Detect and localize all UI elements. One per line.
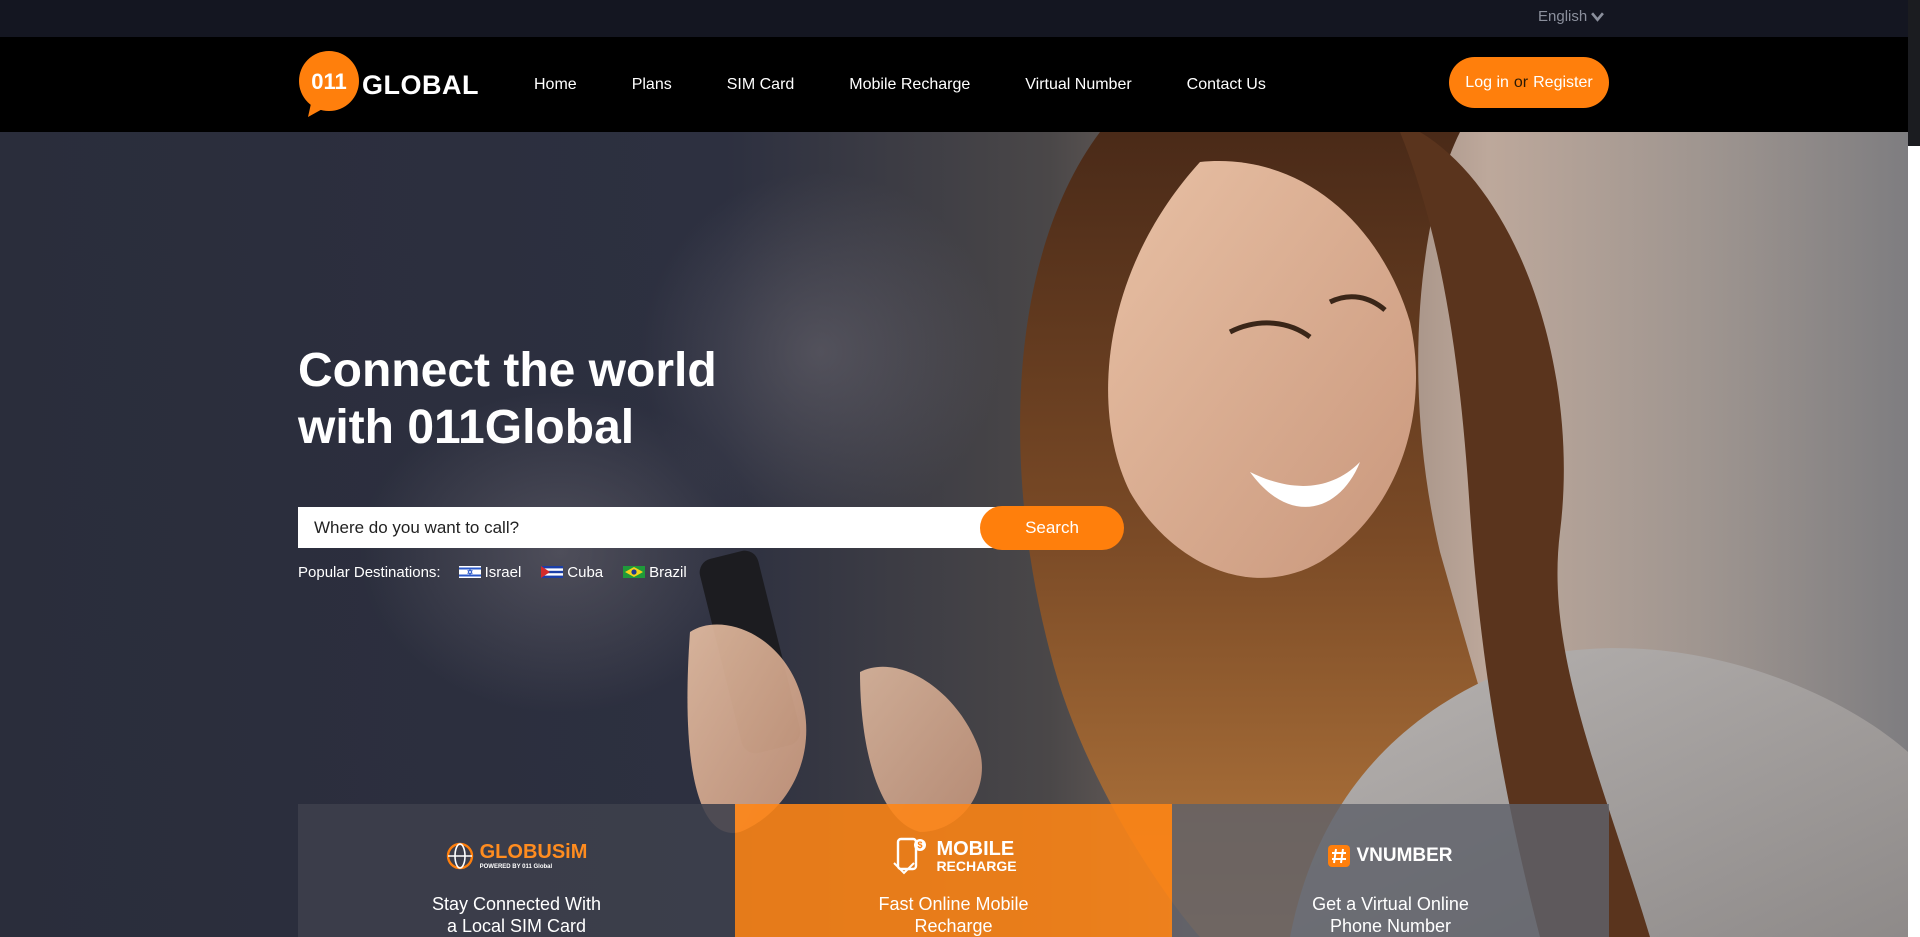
card-mobile-recharge[interactable]: $ MOBILE RECHARGE Fast Online Mobile Rec… <box>735 804 1172 937</box>
hero-section: Connect the world with 011Global Search … <box>0 132 1908 937</box>
mobile-recharge-logo: $ MOBILE RECHARGE <box>890 836 1017 875</box>
hash-icon <box>1328 844 1351 867</box>
service-cards: GLOBUSiM POWERED BY 011 Global Stay Conn… <box>298 804 1609 937</box>
logo-mark-text: 011 <box>311 69 347 94</box>
vnumber-logo-text: VNUMBER <box>1356 844 1453 866</box>
popular-destinations: Popular Destinations: Israel Cuba Brazil <box>298 562 707 582</box>
chevron-down-icon <box>1591 12 1605 22</box>
destination-israel-label: Israel <box>484 563 522 581</box>
popular-destinations-label: Popular Destinations: <box>298 563 441 581</box>
nav-links: Home Plans SIM Card Mobile Recharge Virt… <box>534 37 1321 132</box>
login-register-button[interactable]: Log in or Register <box>1449 57 1609 108</box>
destination-cuba-label: Cuba <box>567 563 604 581</box>
globusim-logo-sub: POWERED BY 011 Global <box>479 863 553 870</box>
globe-icon <box>446 842 473 869</box>
card-vnumber-title-line-1: Get a Virtual Online <box>1312 894 1469 914</box>
site-logo[interactable]: 011 GLOBAL <box>298 51 479 123</box>
card-globusim-title-line-1: Stay Connected With <box>431 894 602 914</box>
destination-brazil-label: Brazil <box>649 563 687 581</box>
main-nav: 011 GLOBAL Home Plans SIM Card Mobile Re… <box>0 37 1908 132</box>
brazil-flag-icon <box>623 566 646 578</box>
nav-contact-us[interactable]: Contact Us <box>1187 76 1266 94</box>
scrollbar-thumb[interactable] <box>1908 0 1920 146</box>
card-vnumber[interactable]: VNUMBER Get a Virtual Online Phone Numbe… <box>1172 804 1609 937</box>
destination-cuba[interactable]: Cuba <box>541 564 603 581</box>
mobile-recharge-logo-text: MOBILE <box>936 837 1015 860</box>
call-search-form: Search <box>298 506 1126 550</box>
language-selector[interactable]: English <box>1538 8 1605 25</box>
logo-bubble-icon: 011 <box>299 51 359 117</box>
card-globusim-title-line-2: a Local SIM Card <box>446 916 587 936</box>
destination-israel[interactable]: Israel <box>458 563 522 581</box>
cuba-flag-icon <box>541 566 564 578</box>
mobile-recharge-logo-sub: RECHARGE <box>936 857 1017 874</box>
card-mobile-recharge-title-line-1: Fast Online Mobile <box>878 894 1029 914</box>
globusim-logo-text: GLOBUSiM <box>479 840 588 863</box>
hero-title: Connect the world with 011Global <box>298 342 818 456</box>
card-mobile-recharge-title: Fast Online Mobile Recharge <box>878 893 1028 937</box>
nav-virtual-number[interactable]: Virtual Number <box>1025 76 1131 94</box>
israel-flag-icon <box>458 566 481 578</box>
card-vnumber-title: Get a Virtual Online Phone Number <box>1312 893 1469 937</box>
scrollbar-track[interactable] <box>1908 0 1920 937</box>
login-link[interactable]: Log in <box>1465 74 1509 92</box>
search-button[interactable]: Search <box>980 506 1124 550</box>
destination-brazil[interactable]: Brazil <box>623 564 687 581</box>
language-label: English <box>1538 8 1588 25</box>
phone-recharge-icon: $ <box>893 837 927 874</box>
globusim-logo: GLOBUSiM POWERED BY 011 Global <box>446 836 588 875</box>
hero-title-line-1: Connect the world <box>298 344 717 397</box>
svg-text:$: $ <box>918 840 923 850</box>
destination-search-input[interactable] <box>298 507 998 548</box>
hero-title-line-2: with 011Global <box>298 401 635 454</box>
vnumber-logo: VNUMBER <box>1328 836 1453 875</box>
card-mobile-recharge-title-line-2: Recharge <box>914 916 993 936</box>
page: English 011 GLOBAL Home Plans SIM Card M… <box>0 0 1908 937</box>
card-globusim-title: Stay Connected With a Local SIM Card <box>432 893 601 937</box>
nav-sim-card[interactable]: SIM Card <box>727 76 795 94</box>
nav-home[interactable]: Home <box>534 76 577 94</box>
card-vnumber-title-line-2: Phone Number <box>1329 916 1452 936</box>
or-text: or <box>1513 73 1529 91</box>
language-bar: English <box>0 0 1908 37</box>
nav-mobile-recharge[interactable]: Mobile Recharge <box>849 76 970 94</box>
register-link[interactable]: Register <box>1533 74 1593 92</box>
logo-text: GLOBAL <box>362 70 479 100</box>
card-globusim[interactable]: GLOBUSiM POWERED BY 011 Global Stay Conn… <box>298 804 735 937</box>
nav-plans[interactable]: Plans <box>632 76 672 94</box>
